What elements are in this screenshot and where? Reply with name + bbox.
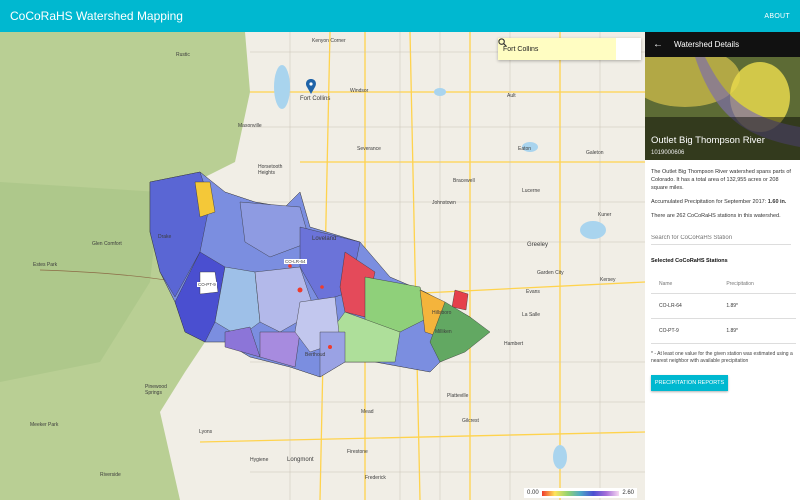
stations-table: Name Precipitation CO-LR-64 1.89* CO-PT-… bbox=[651, 275, 796, 344]
legend-color-bar bbox=[541, 490, 620, 496]
station-label: CO-LR-64 bbox=[284, 259, 307, 264]
place-label: Drake bbox=[158, 234, 172, 240]
place-label: Galeton bbox=[586, 150, 604, 156]
watershed-hero-image: Outlet Big Thompson River 1019000606 bbox=[645, 57, 800, 160]
panel-header: ← Watershed Details bbox=[645, 32, 800, 57]
table-row[interactable]: CO-PT-9 1.89* bbox=[651, 318, 796, 344]
location-search-input[interactable] bbox=[498, 38, 616, 60]
map-canvas[interactable] bbox=[0, 32, 645, 500]
place-label: Firestone bbox=[347, 449, 368, 455]
place-label: Riverside bbox=[100, 472, 121, 478]
place-label: Frederick bbox=[365, 475, 386, 481]
watershed-code: 1019000606 bbox=[651, 150, 685, 156]
place-label: Berthoud bbox=[305, 352, 326, 358]
watershed-description: The Outlet Big Thompson River watershed … bbox=[651, 169, 791, 191]
precipitation-reports-button[interactable]: PRECIPITATION REPORTS bbox=[651, 374, 728, 391]
column-header-name: Name bbox=[651, 275, 719, 294]
search-button[interactable] bbox=[498, 38, 641, 60]
about-link[interactable]: ABOUT bbox=[764, 13, 790, 20]
station-precip: 1.89* bbox=[718, 318, 796, 344]
place-label: Rustic bbox=[176, 52, 190, 58]
place-label: Bracewell bbox=[453, 178, 475, 184]
table-header-row: Name Precipitation bbox=[651, 275, 796, 294]
app-title: CoCoRaHS Watershed Mapping bbox=[10, 9, 183, 23]
legend-max: 2.60 bbox=[622, 490, 634, 496]
place-label: Lucerne bbox=[522, 188, 541, 194]
place-label: Windsor bbox=[350, 88, 369, 94]
place-label: Greeley bbox=[527, 242, 549, 248]
precip-summary: Accumulated Precipitation for September … bbox=[651, 198, 794, 206]
station-count: There are 262 CoCoRaHS stations in this … bbox=[651, 213, 781, 219]
place-label: Evans bbox=[526, 289, 540, 295]
place-label: Meeker Park bbox=[30, 422, 59, 428]
watershed-title: Outlet Big Thompson River bbox=[651, 135, 765, 146]
place-label: Kenyon Corner bbox=[312, 38, 346, 44]
legend-min: 0.00 bbox=[527, 490, 539, 496]
place-label: Loveland bbox=[312, 236, 337, 242]
search-icon bbox=[498, 38, 507, 47]
location-search bbox=[498, 38, 641, 60]
watershed-details-panel: ← Watershed Details Outlet Big Thompson … bbox=[645, 32, 800, 500]
place-label: Hillsboro bbox=[432, 310, 452, 316]
place-label: Hygiene bbox=[250, 457, 269, 463]
place-label: Kersey bbox=[600, 277, 616, 283]
station-precip: 1.89* bbox=[718, 293, 796, 319]
place-label: Johnstown bbox=[432, 200, 456, 206]
place-label: Estes Park bbox=[33, 262, 58, 268]
selected-stations-title: Selected CoCoRaHS Stations bbox=[651, 258, 728, 264]
place-label: Masonville bbox=[238, 123, 262, 129]
place-label: Ault bbox=[507, 93, 516, 99]
estimate-footnote: * - At least one value for the given sta… bbox=[651, 350, 793, 364]
panel-body: The Outlet Big Thompson River watershed … bbox=[645, 160, 800, 391]
place-label: Longmont bbox=[287, 457, 314, 463]
place-label: Platteville bbox=[447, 393, 469, 399]
station-search-input[interactable] bbox=[651, 232, 791, 245]
place-label: Garden City bbox=[537, 270, 564, 276]
place-label: Gilcrest bbox=[462, 418, 479, 424]
table-row[interactable]: CO-LR-64 1.89* bbox=[651, 293, 796, 319]
station-name: CO-LR-64 bbox=[651, 293, 719, 319]
station-name: CO-PT-9 bbox=[651, 318, 719, 344]
place-label: Milliken bbox=[435, 329, 452, 335]
place-label: Pinewood Springs bbox=[145, 384, 167, 396]
column-header-precip: Precipitation bbox=[718, 275, 796, 294]
panel-header-title: Watershed Details bbox=[674, 40, 740, 49]
station-label: CO-PT-9 bbox=[197, 282, 217, 287]
place-label: Lyons bbox=[199, 429, 213, 435]
precip-legend: 0.00 2.60 bbox=[524, 488, 637, 498]
place-label: Horsetooth Heights bbox=[258, 164, 283, 176]
place-label: Eaton bbox=[518, 146, 532, 152]
map-view[interactable]: Kenyon Corner Fort Collins Windsor Ault … bbox=[0, 32, 645, 500]
back-arrow-icon[interactable]: ← bbox=[653, 39, 663, 50]
place-label: Fort Collins bbox=[300, 96, 331, 102]
precip-label: Accumulated Precipitation for September … bbox=[651, 199, 768, 205]
place-label: Kuner bbox=[598, 212, 612, 218]
place-label: Glen Comfort bbox=[92, 241, 122, 247]
place-label: Hambert bbox=[504, 341, 524, 347]
app-header: CoCoRaHS Watershed Mapping ABOUT bbox=[0, 0, 800, 32]
place-label: Severance bbox=[357, 146, 381, 152]
place-label: La Salle bbox=[522, 312, 541, 318]
place-label: Mead bbox=[361, 409, 374, 415]
precip-value: 1.60 in. bbox=[767, 199, 787, 205]
